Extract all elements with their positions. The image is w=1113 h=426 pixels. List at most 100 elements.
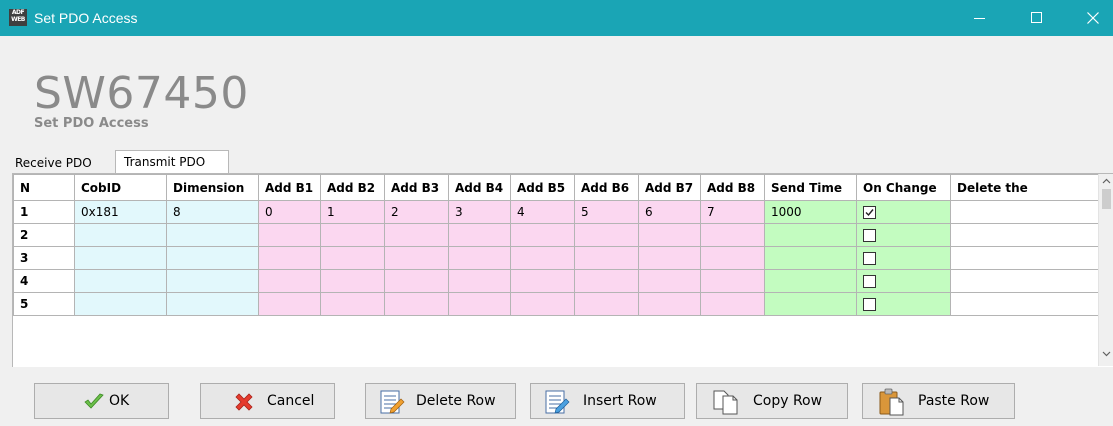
add-b6-cell[interactable] <box>574 223 639 247</box>
tab-receive-pdo[interactable]: Receive PDO <box>12 152 116 174</box>
insert-row-label: Insert Row <box>583 393 657 409</box>
add-b7-cell[interactable] <box>638 292 701 316</box>
table-header-row: N CobID Dimension Add B1 Add B2 Add B3 A… <box>13 174 1107 201</box>
paste-row-button[interactable]: Paste Row <box>862 383 1015 419</box>
delete-cell[interactable] <box>950 269 1107 293</box>
add-b2-cell[interactable] <box>320 223 385 247</box>
add-b1-cell[interactable] <box>258 246 321 270</box>
table-row: 4 <box>13 269 1107 293</box>
delete-cell[interactable] <box>950 246 1107 270</box>
add-b3-cell[interactable] <box>384 292 449 316</box>
scroll-up-button[interactable] <box>1099 174 1113 189</box>
cobid-cell[interactable] <box>74 223 167 247</box>
add-b5-cell[interactable] <box>510 246 575 270</box>
chevron-up-icon <box>1102 178 1111 184</box>
add-b8-cell[interactable] <box>700 292 765 316</box>
cobid-cell[interactable]: 0x181 <box>74 200 167 224</box>
add-b6-cell[interactable]: 5 <box>574 200 639 224</box>
scroll-down-button[interactable] <box>1099 346 1113 361</box>
on-change-checkbox[interactable] <box>863 298 876 311</box>
dimension-cell[interactable] <box>166 246 259 270</box>
add-b4-cell[interactable] <box>448 223 511 247</box>
add-b7-cell[interactable] <box>638 269 701 293</box>
maximize-button[interactable] <box>1014 0 1060 36</box>
add-b2-cell[interactable] <box>320 246 385 270</box>
dimension-cell[interactable] <box>166 292 259 316</box>
on-change-checkbox[interactable] <box>863 275 876 288</box>
send-time-cell[interactable] <box>764 269 857 293</box>
add-b4-cell[interactable]: 3 <box>448 200 511 224</box>
column-header: Add B2 <box>320 174 385 201</box>
add-b4-cell[interactable] <box>448 246 511 270</box>
delete-cell[interactable] <box>950 200 1107 224</box>
add-b1-cell[interactable] <box>258 223 321 247</box>
add-b5-cell[interactable] <box>510 269 575 293</box>
on-change-cell <box>856 223 951 247</box>
add-b5-cell[interactable]: 4 <box>510 200 575 224</box>
close-button[interactable] <box>1070 0 1113 36</box>
cobid-cell[interactable] <box>74 246 167 270</box>
add-b3-cell[interactable] <box>384 269 449 293</box>
on-change-checkbox[interactable] <box>863 229 876 242</box>
add-b1-cell[interactable]: 0 <box>258 200 321 224</box>
chevron-down-icon <box>1102 351 1111 357</box>
add-b6-cell[interactable] <box>574 269 639 293</box>
add-b7-cell[interactable] <box>638 223 701 247</box>
dimension-cell[interactable]: 8 <box>166 200 259 224</box>
add-b7-cell[interactable] <box>638 246 701 270</box>
add-b2-cell[interactable] <box>320 269 385 293</box>
add-b8-cell[interactable] <box>700 269 765 293</box>
insert-row-button[interactable]: Insert Row <box>530 383 685 419</box>
column-header: Add B7 <box>638 174 701 201</box>
add-b4-cell[interactable] <box>448 292 511 316</box>
minimize-button[interactable] <box>957 0 1003 36</box>
add-b1-cell[interactable] <box>258 292 321 316</box>
cobid-cell[interactable] <box>74 269 167 293</box>
add-b7-cell[interactable]: 6 <box>638 200 701 224</box>
cancel-label: Cancel <box>267 393 315 409</box>
cancel-button[interactable]: Cancel <box>200 383 335 419</box>
add-b6-cell[interactable] <box>574 246 639 270</box>
add-b8-cell[interactable]: 7 <box>700 200 765 224</box>
insert-row-icon <box>545 390 570 414</box>
on-change-cell <box>856 200 951 224</box>
add-b4-cell[interactable] <box>448 269 511 293</box>
send-time-cell[interactable] <box>764 292 857 316</box>
add-b6-cell[interactable] <box>574 292 639 316</box>
add-b5-cell[interactable] <box>510 223 575 247</box>
paste-icon <box>879 388 904 416</box>
column-header: Delete the <box>950 174 1107 201</box>
add-b8-cell[interactable] <box>700 223 765 247</box>
copy-row-button[interactable]: Copy Row <box>696 383 848 419</box>
add-b5-cell[interactable] <box>510 292 575 316</box>
cobid-cell[interactable] <box>74 292 167 316</box>
grid-scrollbar[interactable] <box>1098 174 1113 366</box>
add-b3-cell[interactable] <box>384 223 449 247</box>
ok-button[interactable]: OK <box>34 383 169 419</box>
page-subtitle: Set PDO Access <box>34 116 149 131</box>
dimension-cell[interactable] <box>166 269 259 293</box>
add-b2-cell[interactable] <box>320 292 385 316</box>
add-b2-cell[interactable]: 1 <box>320 200 385 224</box>
ok-label: OK <box>109 393 130 409</box>
on-change-checkbox[interactable] <box>863 252 876 265</box>
send-time-cell[interactable] <box>764 246 857 270</box>
delete-cell[interactable] <box>950 223 1107 247</box>
dimension-cell[interactable] <box>166 223 259 247</box>
add-b3-cell[interactable] <box>384 246 449 270</box>
send-time-cell[interactable]: 1000 <box>764 200 857 224</box>
table-row: 3 <box>13 246 1107 270</box>
delete-cell[interactable] <box>950 292 1107 316</box>
checkmark-icon <box>865 209 874 217</box>
add-b3-cell[interactable]: 2 <box>384 200 449 224</box>
scroll-thumb[interactable] <box>1102 189 1111 209</box>
window-title: Set PDO Access <box>34 10 138 26</box>
add-b8-cell[interactable] <box>700 246 765 270</box>
tab-transmit-pdo[interactable]: Transmit PDO <box>115 150 229 174</box>
add-b1-cell[interactable] <box>258 269 321 293</box>
delete-row-button[interactable]: Delete Row <box>365 383 516 419</box>
send-time-cell[interactable] <box>764 223 857 247</box>
column-header: On Change <box>856 174 951 201</box>
on-change-checkbox[interactable] <box>863 206 876 219</box>
delete-row-icon <box>380 390 405 414</box>
